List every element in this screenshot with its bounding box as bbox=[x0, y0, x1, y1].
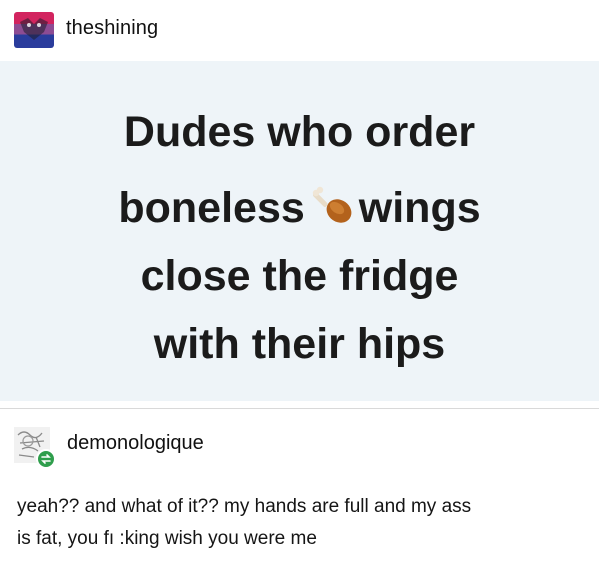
post-divider bbox=[0, 408, 599, 409]
screenshot: theshining Dudes who order boneless wing… bbox=[0, 0, 599, 561]
quote-word-wings: wings bbox=[358, 184, 481, 232]
reblog-comment: yeah?? and what of it?? my hands are ful… bbox=[17, 491, 592, 555]
reblogger-username[interactable]: demonologique bbox=[67, 432, 204, 455]
post-header: theshining bbox=[0, 0, 599, 60]
quote-line-4: with their hips bbox=[153, 320, 446, 368]
poultry-leg-icon bbox=[309, 184, 355, 228]
reblog-comment-line-2: is fat, you fı :king wish you were me bbox=[17, 528, 317, 549]
reblog-icon bbox=[36, 449, 56, 469]
bisexual-flag-avatar-icon[interactable] bbox=[14, 12, 54, 48]
quote-line-3: close the fridge bbox=[140, 252, 459, 300]
reblog-comment-line-1: yeah?? and what of it?? my hands are ful… bbox=[17, 496, 472, 517]
quote-line-1: Dudes who order bbox=[123, 108, 476, 156]
post-author-username[interactable]: theshining bbox=[66, 17, 158, 40]
quote-image: Dudes who order boneless wings close the… bbox=[0, 61, 599, 401]
quote-word-boneless: boneless bbox=[118, 184, 305, 232]
quote-line-2: boneless wings bbox=[0, 184, 599, 230]
